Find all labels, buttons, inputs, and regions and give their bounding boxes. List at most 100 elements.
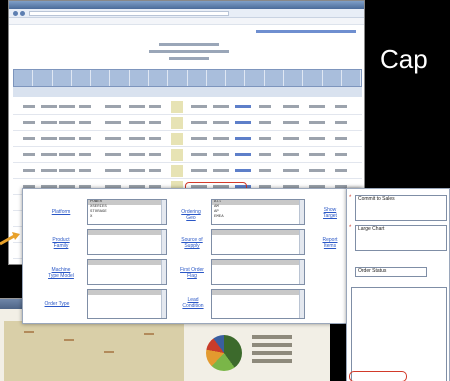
order-status-select[interactable]: Order Status xyxy=(355,267,427,277)
table-cell xyxy=(213,137,229,140)
ordering-geo-label[interactable]: Ordering Geo xyxy=(179,209,203,221)
scrollbar[interactable] xyxy=(161,200,166,224)
table-row[interactable] xyxy=(13,163,362,179)
grid-column-header[interactable] xyxy=(91,70,111,86)
grid-column-header[interactable] xyxy=(342,70,362,86)
product-family-label[interactable]: Product Family xyxy=(49,237,73,249)
back-button-icon[interactable] xyxy=(13,11,18,16)
pie-legend xyxy=(252,335,292,367)
list-item[interactable] xyxy=(212,305,304,310)
url-field[interactable] xyxy=(29,11,229,16)
row-link[interactable] xyxy=(235,121,251,124)
grid-column-header[interactable] xyxy=(245,70,265,86)
table-cell xyxy=(309,137,325,140)
platform-label[interactable]: Platform xyxy=(49,209,73,215)
scrollbar[interactable] xyxy=(299,200,304,224)
grid-column-header[interactable] xyxy=(188,70,207,86)
forward-button-icon[interactable] xyxy=(20,11,25,16)
grid-column-header[interactable] xyxy=(323,70,342,86)
machine-type-model-label[interactable]: Machine Type Model xyxy=(47,267,75,279)
address-bar xyxy=(9,9,364,18)
list-item[interactable]: X xyxy=(88,215,166,220)
table-row[interactable] xyxy=(13,115,362,131)
group-by-list[interactable] xyxy=(351,287,447,381)
table-cell xyxy=(213,105,229,108)
scrollbar[interactable] xyxy=(161,260,166,284)
table-cell xyxy=(41,137,57,140)
table-cell xyxy=(79,105,91,108)
grid-column-header[interactable] xyxy=(130,70,149,86)
list-item[interactable] xyxy=(356,214,446,220)
show-target-label[interactable]: Show Target xyxy=(319,207,341,219)
scrollbar[interactable] xyxy=(299,290,304,318)
grid-column-header[interactable] xyxy=(14,70,34,86)
grid-column-header[interactable] xyxy=(207,70,227,86)
grid-column-header[interactable] xyxy=(149,70,169,86)
list-item[interactable] xyxy=(356,244,446,250)
pie-chart xyxy=(206,335,242,371)
table-cell xyxy=(41,169,57,172)
table-row[interactable] xyxy=(13,147,362,163)
page-subtitle xyxy=(149,50,229,53)
grid-column-header[interactable] xyxy=(226,70,246,86)
grid-column-header[interactable] xyxy=(53,70,72,86)
arrow-icon xyxy=(0,232,20,246)
table-cell xyxy=(259,169,271,172)
grid-column-header[interactable] xyxy=(303,70,323,86)
row-link[interactable] xyxy=(235,169,251,172)
table-cell xyxy=(191,169,207,172)
table-cell xyxy=(105,121,121,124)
grid-subheader xyxy=(13,87,362,97)
table-cell xyxy=(191,153,207,156)
lead-condition-label[interactable]: Lead Condition xyxy=(181,297,205,309)
ordering-geo-list[interactable]: All AM AP EMEA xyxy=(211,199,305,225)
list-item[interactable] xyxy=(88,245,166,250)
table-cell xyxy=(41,105,57,108)
row-link[interactable] xyxy=(235,137,251,140)
toolbar-links[interactable] xyxy=(256,30,356,33)
lead-condition-list[interactable] xyxy=(211,289,305,319)
grid-column-header[interactable] xyxy=(284,70,304,86)
list-item[interactable] xyxy=(88,275,166,280)
order-type-list[interactable] xyxy=(87,289,167,319)
grid-column-header[interactable] xyxy=(265,70,284,86)
table-row[interactable] xyxy=(13,99,362,115)
machine-type-model-list[interactable] xyxy=(87,259,167,285)
chart-items-list[interactable]: Large Chart xyxy=(355,225,447,251)
source-of-supply-label[interactable]: Source of Supply xyxy=(179,237,205,249)
report-items-label[interactable]: Report Items xyxy=(319,237,341,249)
table-cell xyxy=(79,169,91,172)
row-link[interactable] xyxy=(235,105,251,108)
first-order-flag-label[interactable]: First Order Flag xyxy=(179,267,205,279)
list-item[interactable] xyxy=(212,275,304,280)
grid-header xyxy=(13,69,362,87)
table-cell xyxy=(59,137,75,140)
scrollbar[interactable] xyxy=(299,260,304,284)
grid-column-header[interactable] xyxy=(110,70,130,86)
row-link[interactable] xyxy=(235,153,251,156)
platform-list[interactable]: POWER XSERIES STORAGE X xyxy=(87,199,167,225)
table-cell xyxy=(105,137,121,140)
table-row[interactable] xyxy=(13,131,362,147)
list-item[interactable] xyxy=(88,305,166,310)
table-cell xyxy=(191,121,207,124)
first-order-flag-list[interactable] xyxy=(211,259,305,285)
list-item[interactable] xyxy=(212,245,304,250)
table-cell xyxy=(309,105,325,108)
table-cell xyxy=(41,121,57,124)
scrollbar[interactable] xyxy=(161,230,166,254)
grid-column-header[interactable] xyxy=(168,70,188,86)
list-item[interactable]: EMEA xyxy=(212,215,304,220)
grid-column-header[interactable] xyxy=(72,70,92,86)
order-type-label[interactable]: Order Type xyxy=(41,301,73,307)
scrollbar[interactable] xyxy=(299,230,304,254)
table-cell xyxy=(309,121,325,124)
grid-column-header[interactable] xyxy=(33,70,53,86)
source-of-supply-list[interactable] xyxy=(211,229,305,255)
product-family-list[interactable] xyxy=(87,229,167,255)
report-items-list[interactable]: Commit to Sales xyxy=(355,195,447,221)
scrollbar[interactable] xyxy=(161,290,166,318)
bookmarks-bar xyxy=(9,18,364,25)
table-cell xyxy=(129,153,145,156)
map-view[interactable] xyxy=(4,321,184,381)
